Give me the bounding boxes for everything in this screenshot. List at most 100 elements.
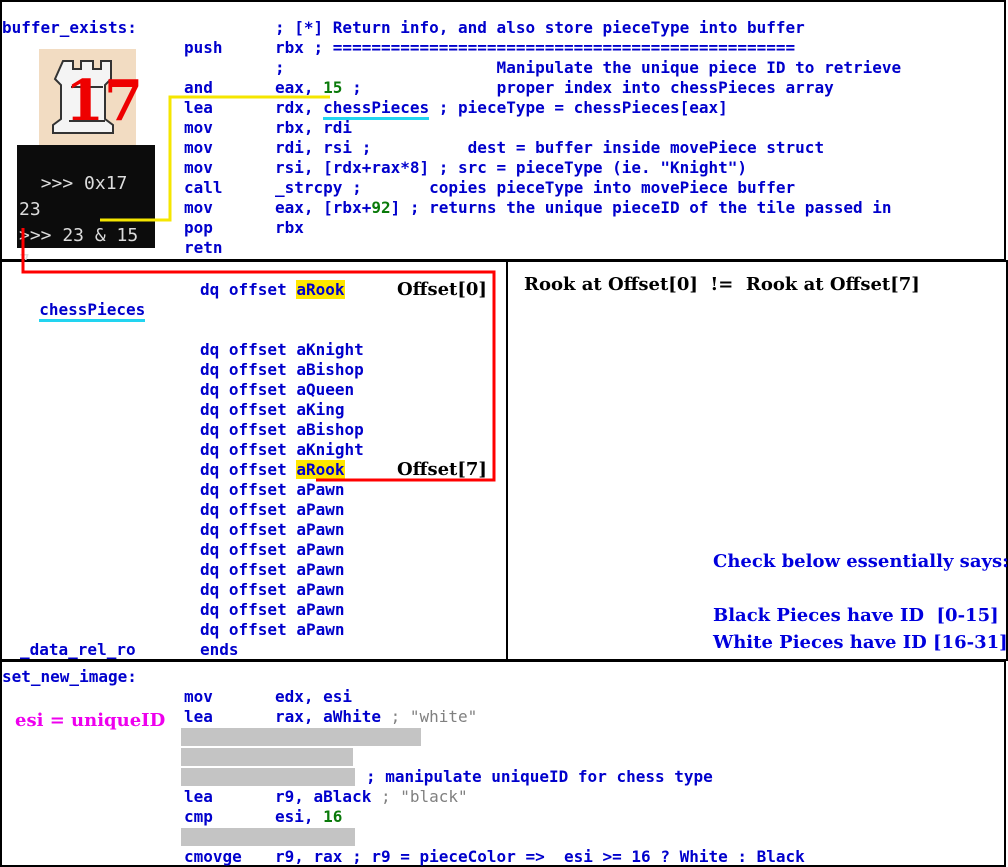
piece-symbol-ref[interactable]: aKnight [296, 440, 363, 459]
set-new-image-label: set_new_image: [2, 667, 137, 686]
code-operand: r9, rax ; r9 = pieceColor => esi >= 16 ?… [275, 847, 805, 867]
numeric-literal: 15 [323, 78, 343, 97]
code-mnemonic: mov [184, 158, 213, 177]
code-mnemonic: pop [184, 218, 213, 237]
operand-comment: ; proper index into chessPieces array [342, 78, 834, 97]
code-operand: ; Manipulate the unique piece ID to retr… [275, 58, 902, 77]
dq-offset-entry: dq offset aPawn [200, 560, 345, 580]
numeric-literal: 92 [371, 198, 391, 217]
piece-symbol-ref[interactable]: aPawn [296, 600, 344, 619]
code-operand: rbx [275, 218, 304, 237]
offset-label: Offset[0] [397, 279, 487, 300]
code-operand: eax, 15 ; proper index into chessPieces … [275, 78, 834, 98]
piece-symbol-ref[interactable]: aBishop [296, 360, 363, 379]
dq-offset-entry: dq offset aPawn [200, 540, 345, 560]
chess-pieces-symbol-ref[interactable]: chessPieces [323, 98, 430, 120]
dq-offset-entry: dq offset aKing [200, 400, 345, 420]
dq-offset-entry: dq offset aRook [200, 460, 345, 480]
piece-symbol-ref[interactable]: aPawn [296, 540, 344, 559]
redacted-instruction [181, 768, 355, 786]
piece-symbol-ref[interactable]: aPawn [296, 620, 344, 639]
dq-directive: dq offset [200, 460, 297, 479]
operand-part: r9, rax ; r9 = pieceColor => esi >= 16 ?… [275, 847, 805, 866]
piece-symbol-ref[interactable]: aRook [296, 280, 345, 299]
rook-comparison-note: Rook at Offset[0] != Rook at Offset[7] [524, 274, 920, 295]
code-mnemonic: mov [184, 687, 213, 706]
piece-id-number: 17 [65, 68, 143, 134]
chess-pieces-label: chessPieces [20, 280, 146, 322]
code-mnemonic: and [184, 78, 213, 97]
code-operand: r9, aBlack ; "black" [275, 787, 468, 807]
white-range-note: White Pieces have ID [16-31] [713, 632, 1008, 653]
code-mnemonic: mov [184, 198, 213, 217]
string-comment: ; "white" [390, 707, 478, 726]
dq-offset-entry: dq offset aPawn [200, 520, 345, 540]
dq-directive: dq offset [200, 500, 297, 519]
code-operand: rsi, [rdx+rax*8] ; src = pieceType (ie. … [275, 158, 748, 177]
code-operand: rdx, chessPieces ; pieceType = chessPiec… [275, 98, 728, 120]
dq-directive: dq offset [200, 620, 297, 639]
dq-directive: dq offset [200, 280, 297, 299]
data-rel-ro-label: _data_rel_ro [20, 640, 136, 659]
string-comment: ; "black" [380, 787, 468, 806]
code-mnemonic: retn [184, 238, 223, 257]
code-mnemonic: push [184, 38, 223, 57]
piece-symbol-ref[interactable]: aKing [296, 400, 344, 419]
dq-directive: dq offset [200, 480, 297, 499]
dq-directive: dq offset [200, 600, 297, 619]
dq-offset-entry: dq offset aQueen [200, 380, 354, 400]
code-operand: edx, esi [275, 687, 352, 707]
operand-part: rdx, [275, 98, 324, 117]
operand-part: rax, aWhite [275, 707, 391, 726]
piece-symbol-ref[interactable]: aPawn [296, 580, 344, 599]
dq-directive: dq offset [200, 380, 297, 399]
dq-directive: dq offset [200, 520, 297, 539]
dq-directive: dq offset [200, 400, 297, 419]
esi-note: esi = uniqueID [15, 710, 166, 731]
code-operand: rbx ; ==================================… [275, 38, 796, 57]
piece-symbol-ref[interactable]: aRook [296, 460, 345, 479]
code-mnemonic: lea [184, 98, 213, 117]
piece-symbol-ref[interactable]: aKnight [296, 340, 363, 359]
redacted-instruction [181, 748, 353, 766]
dq-offset-entry: dq offset aKnight [200, 340, 364, 360]
dq-directive: dq offset [200, 340, 297, 359]
operand-part: edx, esi [275, 687, 353, 706]
dq-directive: dq offset [200, 420, 297, 439]
operand-part: eax, [275, 78, 324, 97]
ends-keyword: ends [200, 640, 239, 659]
code-operand: ; [*] Return info, and also store pieceT… [275, 18, 805, 37]
code-operand: esi, 16 [275, 807, 342, 827]
notes-panel [506, 260, 1008, 661]
offset-label: Offset[7] [397, 459, 487, 480]
dq-offset-entry: dq offset aPawn [200, 480, 345, 500]
dq-offset-entry: dq offset aPawn [200, 500, 345, 520]
code-mnemonic: cmovge [184, 847, 242, 866]
code-operand: _strcpy ; copies pieceType into movePiec… [275, 178, 796, 197]
piece-symbol-ref[interactable]: aQueen [296, 380, 354, 399]
code-mnemonic: lea [184, 707, 213, 726]
code-operand: rdi, rsi ; dest = buffer inside movePiec… [275, 138, 825, 157]
operand-part: eax, [rbx+ [275, 198, 372, 217]
set-new-image-panel [0, 660, 1006, 867]
piece-symbol-ref[interactable]: aPawn [296, 560, 344, 579]
dq-directive: dq offset [200, 540, 297, 559]
black-range-note: Black Pieces have ID [0-15] [713, 605, 999, 626]
piece-symbol-ref[interactable]: aBishop [296, 420, 363, 439]
piece-symbol-ref[interactable]: aPawn [296, 500, 344, 519]
check-title: Check below essentially says: [713, 551, 1008, 572]
dq-offset-entry: dq offset aBishop [200, 420, 364, 440]
operand-part: esi, [275, 807, 324, 826]
dq-offset-entry: dq offset aRook [200, 280, 345, 300]
piece-symbol-ref[interactable]: aPawn [296, 480, 344, 499]
dq-directive: dq offset [200, 360, 297, 379]
python-terminal: >>> 0x17 23 >>> 23 & 15 7 [17, 145, 155, 272]
operand-comment: ] ; returns the unique pieceID of the ti… [390, 198, 892, 217]
code-operand: rbx, rdi [275, 118, 353, 137]
code-operand: rax, aWhite ; "white" [275, 707, 477, 727]
dq-offset-entry: dq offset aKnight [200, 440, 364, 460]
code-mnemonic: mov [184, 118, 213, 137]
code-mnemonic: lea [184, 787, 213, 806]
redacted-instruction [181, 828, 355, 846]
piece-symbol-ref[interactable]: aPawn [296, 520, 344, 539]
